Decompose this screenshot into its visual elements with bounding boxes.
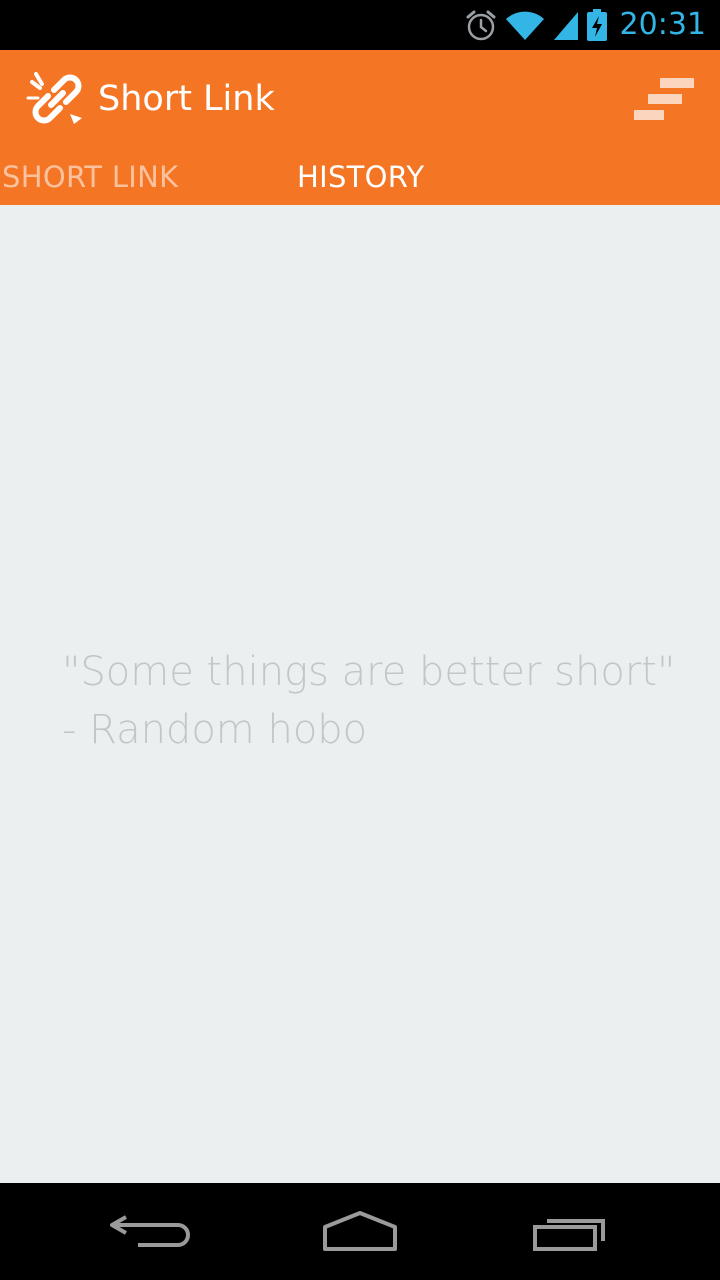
tab-history[interactable]: HISTORY [297,158,424,196]
recent-apps-icon[interactable] [525,1205,615,1255]
overflow-menu-icon[interactable] [634,76,694,124]
quote-author: - Random hobo [62,707,368,753]
screen: 20:31 Short Link SHORT LINK HISTORY "Som… [0,0,720,1280]
status-bar: 20:31 [0,0,720,50]
battery-charging-icon [586,8,608,42]
home-icon[interactable] [315,1205,405,1255]
tab-bar: SHORT LINK HISTORY [0,150,720,205]
back-icon[interactable] [108,1205,198,1255]
empty-state-quote: "Some things are better short" - Random … [62,643,675,759]
status-time: 20:31 [619,7,706,42]
app-title: Short Link [98,79,275,119]
navigation-bar [0,1183,720,1280]
tab-short-link[interactable]: SHORT LINK [2,158,178,196]
alarm-icon [464,8,498,42]
signal-icon [552,8,580,42]
wifi-icon [504,8,546,42]
history-content: "Some things are better short" - Random … [0,205,720,1183]
action-bar: Short Link SHORT LINK HISTORY [0,50,720,205]
status-icons: 20:31 [464,0,706,50]
broken-link-icon[interactable] [26,68,88,130]
quote-line: "Some things are better short" [62,649,676,695]
